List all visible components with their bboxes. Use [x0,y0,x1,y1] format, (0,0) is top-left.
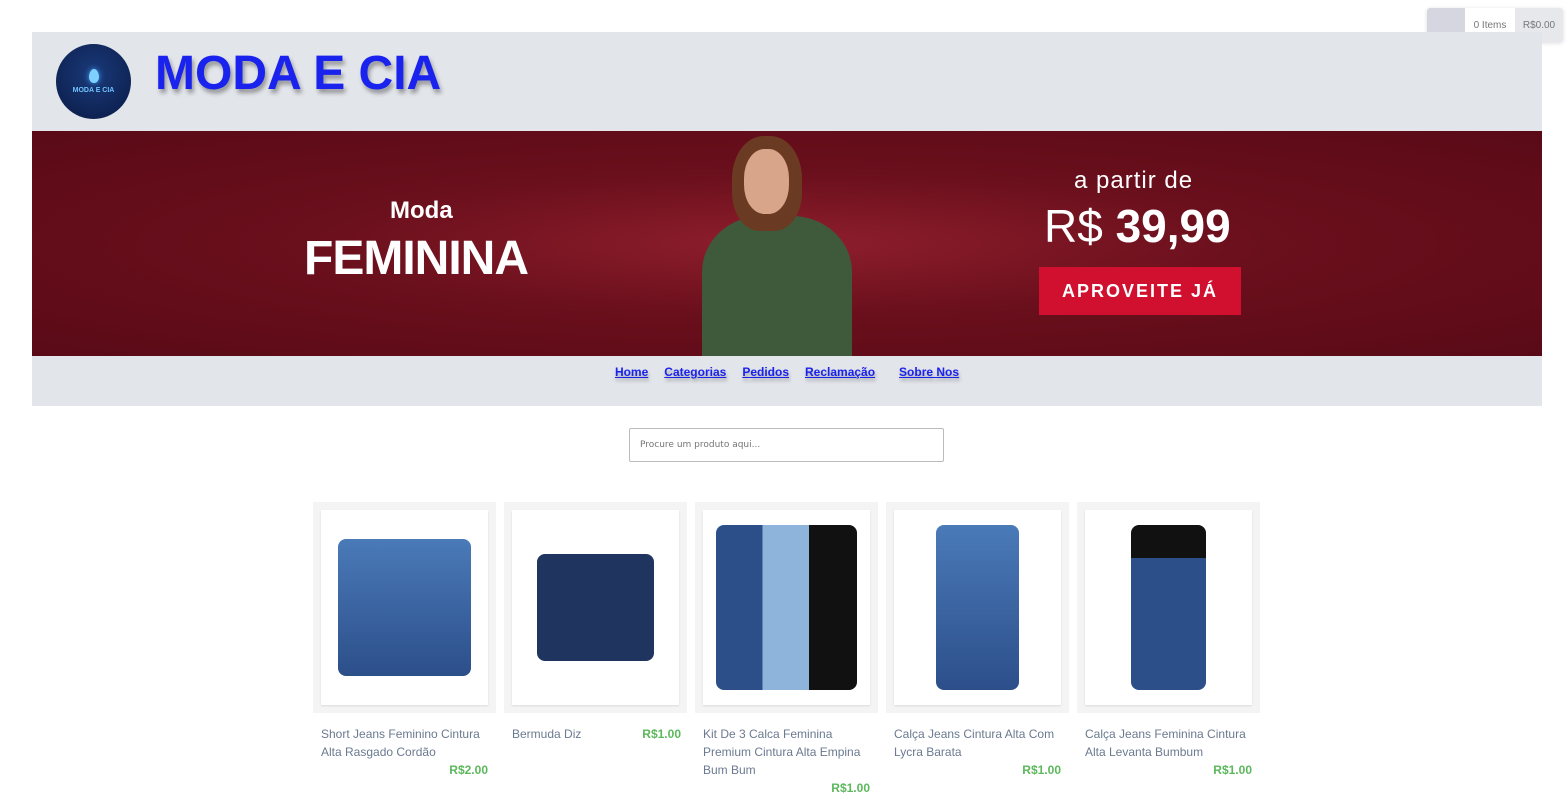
product-image[interactable] [894,510,1061,705]
product-name[interactable]: Kit De 3 Calca Feminina Premium Cintura … [703,725,870,779]
search-input[interactable] [629,428,944,462]
promo-banner[interactable]: Moda FEMININA a partir de R$ 39,99 APROV… [32,131,1542,356]
logo-text: MODA E CIA [72,87,115,94]
nav-pedidos[interactable]: Pedidos [742,365,789,379]
product-name[interactable]: Calça Jeans Cintura Alta Com Lycra Barat… [894,725,1061,761]
product-card[interactable]: Kit De 3 Calca Feminina Premium Cintura … [695,502,878,797]
product-image[interactable] [1085,510,1252,705]
product-name[interactable]: Calça Jeans Feminina Cintura Alta Levant… [1085,725,1252,761]
product-image[interactable] [512,510,679,705]
price-value: 39,99 [1115,200,1231,252]
product-card[interactable]: Calça Jeans Feminina Cintura Alta Levant… [1077,502,1260,797]
product-card[interactable]: Bermuda Diz R$1.00 [504,502,687,797]
nav-reclamacao[interactable]: Reclamação [805,365,875,379]
product-name[interactable]: Short Jeans Feminino Cintura Alta Rasgad… [321,725,488,761]
banner-line1: Moda [390,197,453,224]
nav-categorias[interactable]: Categorias [664,365,726,379]
nav-home[interactable]: Home [615,365,648,379]
banner-line2: FEMININA [304,232,529,285]
product-card[interactable]: Short Jeans Feminino Cintura Alta Rasgad… [313,502,496,797]
product-price: R$2.00 [449,763,488,777]
site-header: MODA E CIA MODA E CIA [32,32,1542,131]
site-title: MODA E CIA [155,47,442,100]
product-price: R$1.00 [642,727,681,741]
product-image[interactable] [321,510,488,705]
product-grid: Short Jeans Feminino Cintura Alta Rasgad… [313,502,1260,797]
model-image [692,131,862,356]
nav-sobre[interactable]: Sobre Nos [899,365,959,379]
product-price: R$1.00 [1213,763,1252,777]
drop-icon [88,69,99,83]
product-price: R$1.00 [831,781,870,795]
banner-from: a partir de [1074,167,1194,194]
banner-price: R$ 39,99 [1044,199,1231,253]
product-card[interactable]: Calça Jeans Cintura Alta Com Lycra Barat… [886,502,1069,797]
product-image[interactable] [703,510,870,705]
product-price: R$1.00 [1022,763,1061,777]
cta-button[interactable]: APROVEITE JÁ [1039,267,1241,315]
currency: R$ [1044,200,1103,252]
logo[interactable]: MODA E CIA [56,44,131,119]
main-nav: Home Categorias Pedidos Reclamação Sobre Nos [32,356,1542,406]
